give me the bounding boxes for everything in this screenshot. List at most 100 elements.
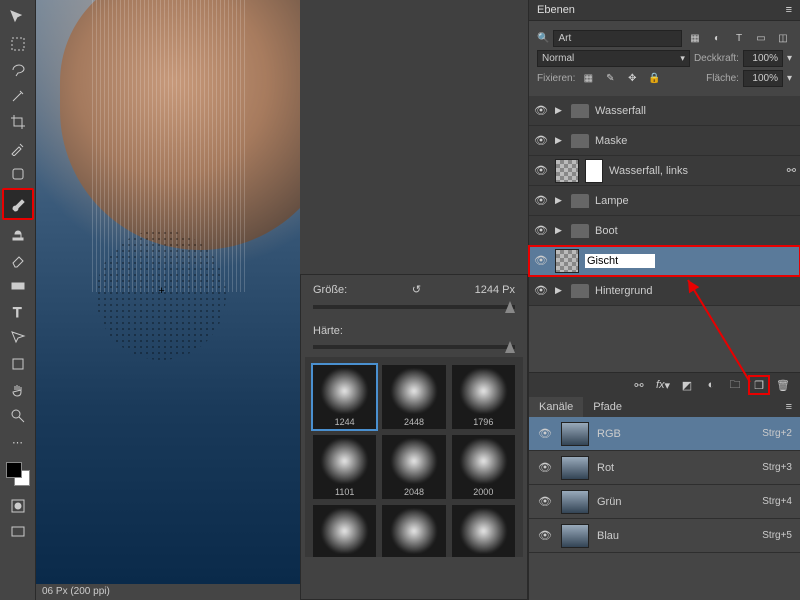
color-swatches[interactable] [6,462,30,486]
brush-preset[interactable]: 2448 [382,365,445,429]
type-tool[interactable]: T [6,300,30,324]
quickmask-toggle[interactable] [6,494,30,518]
screenmode-toggle[interactable] [6,520,30,544]
channel-row[interactable]: 👁 RGB Strg+2 [529,417,800,451]
lock-all-icon[interactable]: 🔒 [645,71,663,87]
folder-icon [571,194,589,208]
lock-paint-icon[interactable]: ✎ [601,71,619,87]
add-mask-icon[interactable]: ◩ [678,377,696,393]
hand-tool[interactable] [6,378,30,402]
filter-type-icon[interactable]: T [730,31,748,47]
layer-thumb [555,249,579,273]
brush-tool[interactable] [2,188,34,220]
document-canvas[interactable] [36,0,300,584]
layer-row[interactable]: 👁▶Hintergrund [529,276,800,306]
visibility-icon[interactable]: 👁 [533,254,549,267]
brush-preset[interactable]: 2000 [313,505,376,557]
channel-name: RGB [597,428,621,440]
lasso-tool[interactable] [6,58,30,82]
folder-icon [571,224,589,238]
hardness-slider[interactable] [313,345,515,349]
layer-row[interactable]: 👁 [529,246,800,276]
eraser-tool[interactable] [6,248,30,272]
brush-preset[interactable]: 2048 [382,435,445,499]
layer-row[interactable]: 👁▶Boot [529,216,800,246]
channel-shortcut: Strg+2 [762,428,792,439]
layer-name-input[interactable] [585,254,655,268]
opacity-input[interactable]: 100% [743,50,783,67]
fx-icon[interactable]: fx▾ [654,377,672,393]
brush-preset[interactable]: 1796 [452,365,515,429]
more-tools[interactable]: ⋯ [6,430,30,454]
new-layer-icon[interactable]: ❐ [750,377,768,393]
brush-preset[interactable]: 1244 [313,365,376,429]
wand-tool[interactable] [6,84,30,108]
path-tool[interactable] [6,326,30,350]
zoom-tool[interactable] [6,404,30,428]
new-group-icon[interactable]: 🗀 [726,377,744,393]
brush-preset[interactable]: 1101 [313,435,376,499]
channel-thumb [561,490,589,514]
link-layers-icon[interactable]: ⚯ [630,377,648,393]
layers-tab[interactable]: Ebenen ≡ [529,0,800,21]
reset-size-icon[interactable]: ↺ [412,283,426,297]
layer-row[interactable]: 👁▶Maske [529,126,800,156]
visibility-icon[interactable]: 👁 [533,104,549,117]
layer-row[interactable]: 👁▶Lampe [529,186,800,216]
gradient-tool[interactable] [6,274,30,298]
tab-channels[interactable]: Kanäle [529,397,583,417]
visibility-icon[interactable]: 👁 [537,495,553,508]
expand-icon[interactable]: ▶ [555,225,565,236]
fill-label: Fläche: [706,73,739,84]
mask-thumb [585,159,603,183]
eyedropper-tool[interactable] [6,136,30,160]
visibility-icon[interactable]: 👁 [537,427,553,440]
filter-adjust-icon[interactable]: ◐ [708,31,726,47]
panel-menu-icon[interactable]: ≡ [786,4,792,16]
expand-icon[interactable]: ▶ [555,195,565,206]
layer-row[interactable]: 👁Wasserfall, links⚯ [529,156,800,186]
channel-row[interactable]: 👁RotStrg+3 [529,451,800,485]
marquee-tool[interactable] [6,32,30,56]
blend-mode-dropdown[interactable]: Normal [537,50,690,67]
fill-input[interactable]: 100% [743,70,783,87]
visibility-icon[interactable]: 👁 [533,164,549,177]
filter-smart-icon[interactable]: ◫ [774,31,792,47]
delete-layer-icon[interactable]: 🗑 [774,377,792,393]
crop-tool[interactable] [6,110,30,134]
visibility-icon[interactable]: 👁 [533,224,549,237]
filter-shape-icon[interactable]: ▭ [752,31,770,47]
patch-tool[interactable] [6,162,30,186]
brush-preset[interactable]: 2000 [382,505,445,557]
brush-cursor [96,230,226,360]
size-value[interactable]: 1244 Px [475,284,515,296]
lock-label: Fixieren: [537,73,575,84]
visibility-icon[interactable]: 👁 [533,284,549,297]
visibility-icon[interactable]: 👁 [537,461,553,474]
size-slider[interactable] [313,305,515,309]
visibility-icon[interactable]: 👁 [533,134,549,147]
expand-icon[interactable]: ▶ [555,285,565,296]
visibility-icon[interactable]: 👁 [533,194,549,207]
brush-preset[interactable]: 2000 [452,505,515,557]
status-bar: 06 Px (200 ppi) [36,584,300,600]
shape-tool[interactable] [6,352,30,376]
layer-filter-dropdown[interactable]: Art [553,30,682,47]
channel-row[interactable]: 👁BlauStrg+5 [529,519,800,553]
stamp-tool[interactable] [6,222,30,246]
expand-icon[interactable]: ▶ [555,135,565,146]
visibility-icon[interactable]: 👁 [537,529,553,542]
lock-trans-icon[interactable]: ▦ [579,71,597,87]
tab-paths[interactable]: Pfade [583,397,632,417]
channel-name: Grün [597,496,621,508]
channel-row[interactable]: 👁GrünStrg+4 [529,485,800,519]
move-tool[interactable] [6,6,30,30]
link-icon[interactable]: ⚯ [787,164,796,177]
brush-preset[interactable]: 2000 [452,435,515,499]
expand-icon[interactable]: ▶ [555,105,565,116]
layer-row[interactable]: 👁▶Wasserfall [529,96,800,126]
lock-move-icon[interactable]: ✥ [623,71,641,87]
adjustment-icon[interactable]: ◐ [702,377,720,393]
channels-menu-icon[interactable]: ≡ [778,397,800,417]
filter-pixel-icon[interactable]: ▦ [686,31,704,47]
